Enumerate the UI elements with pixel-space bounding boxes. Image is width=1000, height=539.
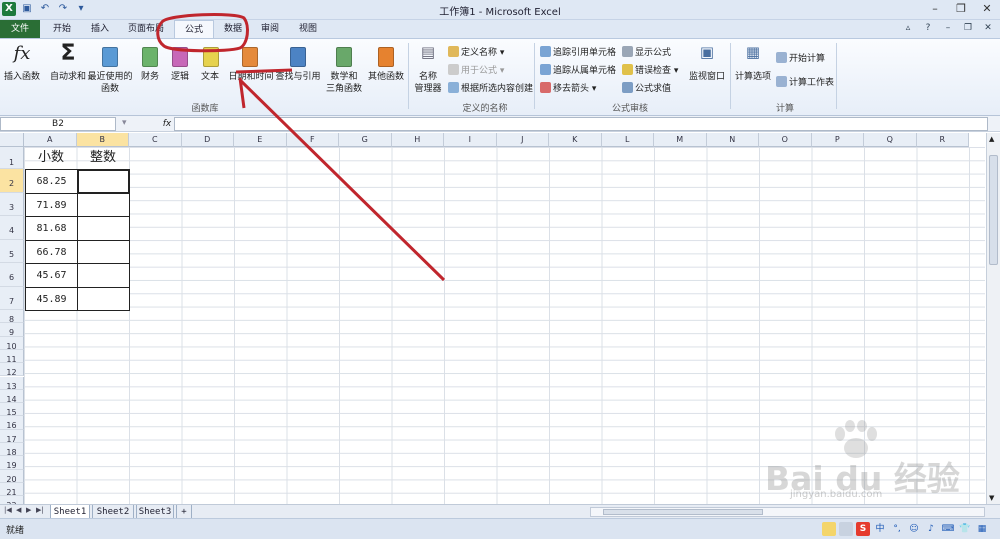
insert-sheet-icon[interactable]: + — [176, 505, 192, 519]
skin-icon[interactable]: 👕 — [958, 522, 972, 536]
system-tray: S 中 °, ☺ ♪ ⌨ 👕 ▦ — [822, 522, 989, 536]
sogou-input-icon[interactable]: S — [856, 522, 870, 536]
prev-sheet-icon[interactable]: ◀ — [16, 506, 21, 514]
voice-input-icon[interactable]: ♪ — [924, 522, 938, 536]
annotation-highlight-box — [156, 13, 249, 53]
sheet-tab-2[interactable]: Sheet2 — [92, 505, 134, 519]
sheet-tab-3[interactable]: Sheet3 — [136, 505, 174, 519]
status-ready: 就绪 — [6, 526, 25, 536]
annotation-arrow-line — [238, 78, 446, 282]
toolbox-icon[interactable]: ▦ — [975, 522, 989, 536]
ime-mode-icon[interactable]: 中 — [873, 522, 887, 536]
horizontal-scroll-thumb[interactable] — [603, 509, 763, 515]
normal-view-icon[interactable] — [822, 522, 836, 536]
page-layout-view-icon[interactable] — [839, 522, 853, 536]
first-sheet-icon[interactable]: |◀ — [4, 506, 12, 514]
status-bar: 就绪 S 中 °, ☺ ♪ ⌨ 👕 ▦ — [0, 518, 1000, 539]
emoji-icon[interactable]: ☺ — [907, 522, 921, 536]
keyboard-icon[interactable]: ⌨ — [941, 522, 955, 536]
sheet-tab-1[interactable]: Sheet1 — [50, 505, 90, 519]
horizontal-scrollbar[interactable] — [590, 507, 985, 517]
watermark-url: jingyan.baidu.com — [790, 489, 883, 500]
sheet-tab-bar: |◀ ◀ ▶ ▶| Sheet1 Sheet2 Sheet3 + — [0, 504, 1000, 519]
punctuation-icon[interactable]: °, — [890, 522, 904, 536]
last-sheet-icon[interactable]: ▶| — [36, 506, 44, 514]
next-sheet-icon[interactable]: ▶ — [26, 506, 31, 514]
